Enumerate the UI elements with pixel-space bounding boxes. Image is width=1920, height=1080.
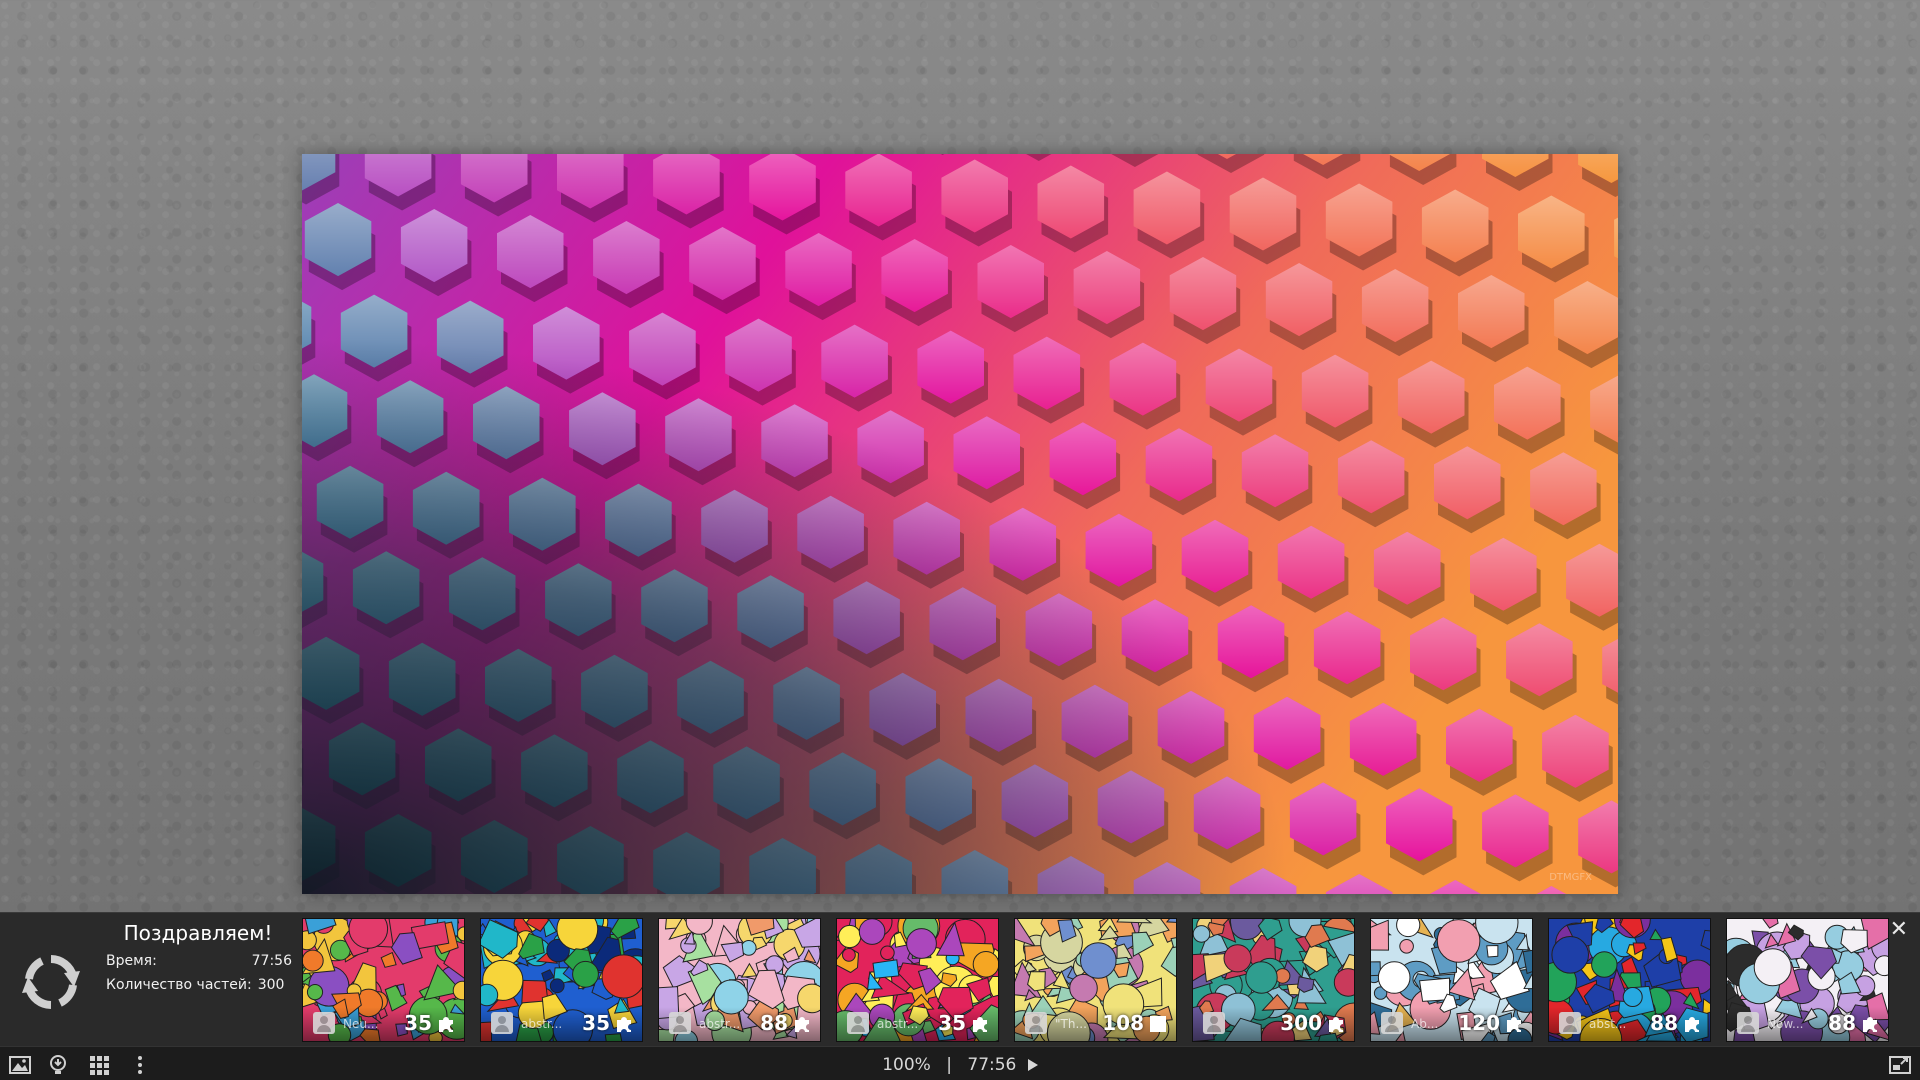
thumbnail-title: Ab...	[1411, 1017, 1439, 1031]
thumbnail-title: Neu...	[343, 1017, 379, 1031]
thumbnail-title: abst...	[1589, 1017, 1627, 1031]
thumbnail-piece-count: 35	[582, 1011, 610, 1035]
puzzle-piece-icon	[1860, 1014, 1880, 1034]
status-separator: |	[946, 1055, 952, 1075]
author-avatar-icon	[669, 1012, 691, 1034]
refresh-icon	[22, 955, 80, 1009]
puzzle-piece-icon	[436, 1014, 456, 1034]
pieces-label: Количество частей:	[106, 977, 252, 993]
congrats-title: Поздравляем!	[123, 921, 273, 945]
author-avatar-icon	[1025, 1012, 1047, 1034]
author-avatar-icon	[491, 1012, 513, 1034]
time-value: 77:56	[251, 953, 292, 969]
author-avatar-icon	[847, 1012, 869, 1034]
author-avatar-icon	[313, 1012, 335, 1034]
thumbnail-title: Now...	[1767, 1017, 1804, 1031]
puzzle-thumbnail[interactable]: 300	[1192, 918, 1355, 1042]
bottom-toolbar: 100% | 77:56	[0, 1046, 1920, 1080]
puzzle-piece-icon	[1682, 1014, 1702, 1034]
puzzle-thumbnail[interactable]: Now... 88	[1726, 918, 1889, 1042]
thumbnail-piece-count: 120	[1458, 1011, 1500, 1035]
image-watermark: DTMGFX	[1549, 872, 1592, 883]
thumbnail-piece-count: 88	[1650, 1011, 1678, 1035]
thumbnail-piece-count: 35	[938, 1011, 966, 1035]
time-label: Время:	[106, 953, 157, 969]
thumbnail-title: "Th...	[1055, 1017, 1087, 1031]
thumbnail-piece-count: 35	[404, 1011, 432, 1035]
puzzle-thumbnail[interactable]: abstr... 35	[836, 918, 999, 1042]
result-panel: Поздравляем! Время: 77:56 Количество час…	[0, 912, 1920, 1047]
puzzle-thumbnail[interactable]: Ab... 120	[1370, 918, 1533, 1042]
puzzle-thumbnail[interactable]: abstr... 35	[480, 918, 643, 1042]
puzzle-piece-icon	[1326, 1014, 1346, 1034]
puzzle-thumbnail[interactable]: abst... 88	[1548, 918, 1711, 1042]
close-panel-button[interactable]: ✕	[1890, 919, 1908, 941]
thumbnail-title: abstr...	[521, 1017, 563, 1031]
puzzle-thumbnail[interactable]: abstr... 88	[658, 918, 821, 1042]
zoom-level[interactable]: 100%	[882, 1055, 931, 1075]
puzzle-piece-icon	[792, 1014, 812, 1034]
thumbnail-piece-count: 88	[760, 1011, 788, 1035]
restart-button[interactable]	[18, 949, 84, 1015]
timer: 77:56	[967, 1055, 1017, 1075]
puzzle-thumbnail[interactable]: "Th... 108	[1014, 918, 1177, 1042]
fullscreen-icon	[1889, 1056, 1911, 1074]
thumbnail-piece-count: 300	[1280, 1011, 1322, 1035]
thumbnail-piece-count: 108	[1102, 1011, 1144, 1035]
puzzle-image: DTMGFX	[302, 154, 1618, 894]
puzzle-thumbnail[interactable]: Neu... 35	[302, 918, 465, 1042]
puzzle-piece-icon	[1504, 1014, 1524, 1034]
thumbnail-title: abstr...	[699, 1017, 741, 1031]
thumbnail-title: abstr...	[877, 1017, 919, 1031]
author-avatar-icon	[1737, 1012, 1759, 1034]
pieces-value: 300	[257, 977, 285, 993]
stat-pieces: Количество частей: 300	[106, 977, 292, 993]
fullscreen-button[interactable]	[1888, 1053, 1912, 1077]
play-icon[interactable]	[1027, 1059, 1038, 1071]
stat-time: Время: 77:56	[106, 953, 292, 969]
author-avatar-icon	[1559, 1012, 1581, 1034]
author-avatar-icon	[1381, 1012, 1403, 1034]
author-avatar-icon	[1203, 1012, 1225, 1034]
thumbnail-piece-count: 88	[1828, 1011, 1856, 1035]
status-bar: 100% | 77:56	[0, 1055, 1920, 1075]
square-piece-icon	[1148, 1014, 1168, 1034]
puzzle-piece-icon	[614, 1014, 634, 1034]
puzzle-piece-icon	[970, 1014, 990, 1034]
